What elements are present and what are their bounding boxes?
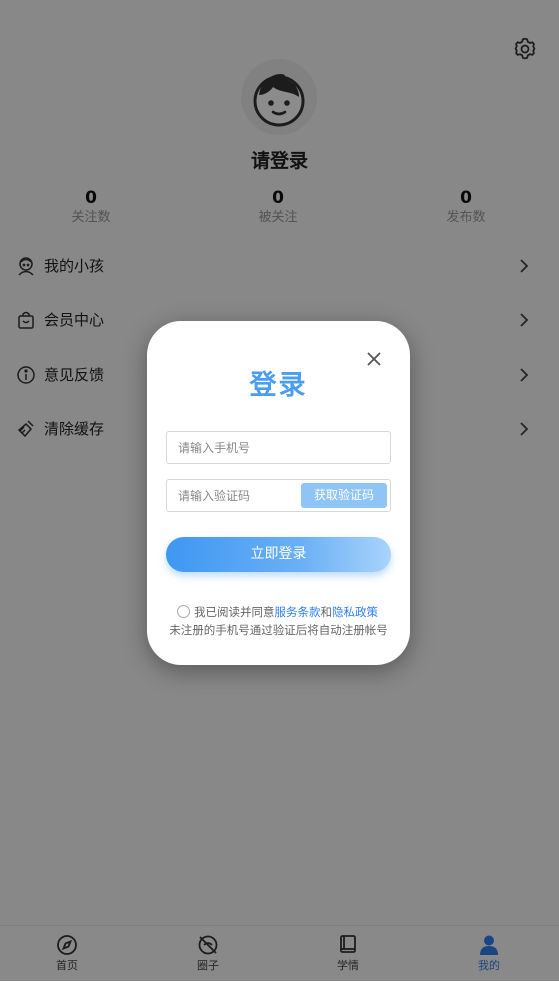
dialog-title: 登录 bbox=[249, 370, 308, 401]
code-input[interactable]: 请输入验证码 获取验证码 bbox=[166, 479, 391, 512]
register-note: 未注册的手机号通过验证后将自动注册帐号 bbox=[169, 623, 388, 637]
login-button[interactable]: 立即登录 bbox=[166, 537, 391, 572]
terms-link[interactable]: 服务条款 bbox=[275, 605, 321, 619]
login-dialog: 登录 请输入手机号 请输入验证码 获取验证码 立即登录 我已阅读并同意服务条款和… bbox=[147, 321, 410, 665]
phone-placeholder: 请输入手机号 bbox=[178, 441, 251, 455]
agree-text: 我已阅读并同意 bbox=[194, 605, 275, 619]
agreement-row: 我已阅读并同意服务条款和隐私政策 bbox=[177, 604, 378, 620]
get-code-button[interactable]: 获取验证码 bbox=[301, 483, 387, 508]
code-placeholder: 请输入验证码 bbox=[178, 489, 251, 503]
privacy-link[interactable]: 隐私政策 bbox=[332, 605, 378, 619]
phone-input[interactable]: 请输入手机号 bbox=[166, 431, 391, 464]
agree-radio[interactable] bbox=[177, 605, 190, 618]
and-text: 和 bbox=[320, 605, 333, 619]
